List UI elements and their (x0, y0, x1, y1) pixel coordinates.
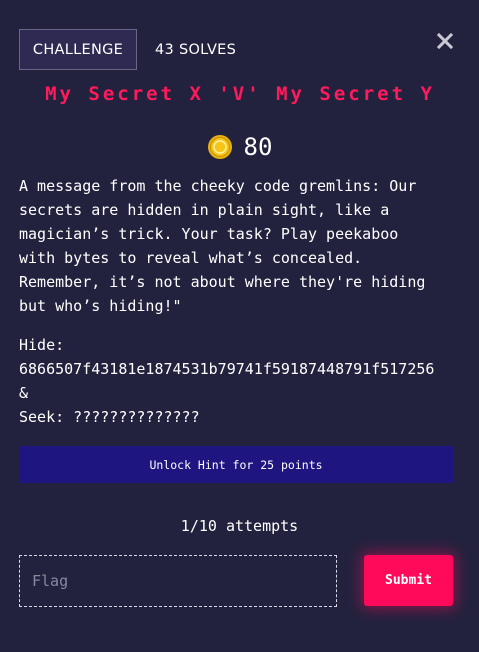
unlock-hint-button[interactable]: Unlock Hint for 25 points (19, 446, 453, 483)
close-button[interactable] (434, 30, 456, 52)
challenge-title: My Secret X 'V' My Secret Y (45, 83, 435, 105)
hide-label: Hide: (19, 336, 65, 354)
points-display: 80 (0, 133, 479, 161)
hide-value: 6866507f43181e1874531b79741f59187448791f… (19, 360, 435, 378)
tab-solves[interactable]: 43 SOLVES (155, 42, 236, 58)
modal-header: CHALLENGE 43 SOLVES (19, 29, 236, 70)
tab-challenge[interactable]: CHALLENGE (19, 29, 137, 70)
challenge-description: A message from the cheeky code gremlins:… (19, 177, 426, 315)
seek-line: Seek: ?????????????? (19, 408, 200, 426)
ampersand: & (19, 384, 29, 402)
hide-seek-block: Hide: 6866507f43181e1874531b79741f5918744… (19, 333, 474, 429)
flag-input[interactable] (19, 555, 337, 607)
submit-button[interactable]: Submit (364, 555, 453, 606)
attempts-counter: 1/10 attempts (180, 517, 299, 535)
challenge-modal: CHALLENGE 43 SOLVES My Secret X 'V' My S… (0, 0, 479, 652)
close-icon (436, 32, 454, 50)
points-value: 80 (243, 133, 273, 161)
coin-icon (207, 135, 232, 159)
